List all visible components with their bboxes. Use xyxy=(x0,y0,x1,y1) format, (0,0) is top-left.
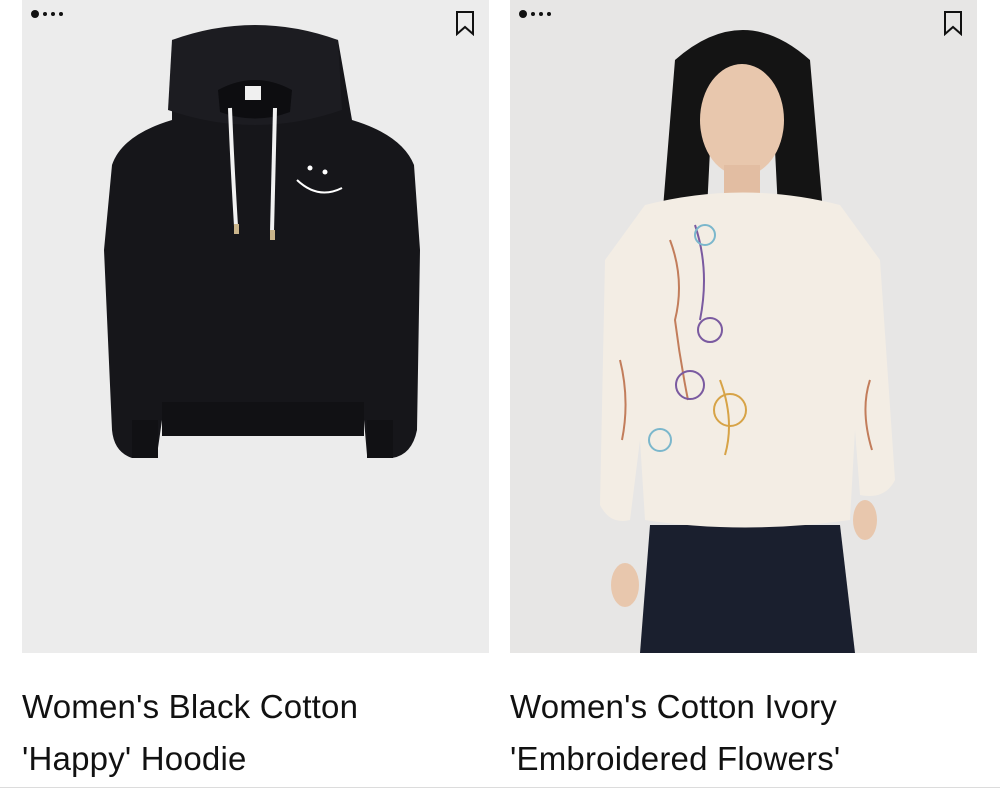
product-title-line-1: Women's Black Cotton xyxy=(22,688,359,725)
product-title-line-2: 'Embroidered Flowers' xyxy=(510,740,841,777)
carousel-dot[interactable] xyxy=(531,12,535,16)
product-title[interactable]: Women's Black Cotton 'Happy' Hoodie xyxy=(22,681,489,785)
product-title-line-1: Women's Cotton Ivory xyxy=(510,688,837,725)
product-title-line-2: 'Happy' Hoodie xyxy=(22,740,247,777)
product-image[interactable] xyxy=(510,0,977,653)
product-grid: Women's Black Cotton 'Happy' Hoodie Wome… xyxy=(0,0,1000,790)
product-image[interactable] xyxy=(22,0,489,653)
carousel-dot[interactable] xyxy=(539,12,543,16)
carousel-dot-active[interactable] xyxy=(31,10,39,18)
carousel-dot-active[interactable] xyxy=(519,10,527,18)
product-card-ivory-flowers[interactable]: Women's Cotton Ivory 'Embroidered Flower… xyxy=(510,0,977,785)
carousel-dot[interactable] xyxy=(51,12,55,16)
carousel-indicator[interactable] xyxy=(31,10,63,18)
divider xyxy=(0,787,1000,788)
product-card-black-hoodie[interactable]: Women's Black Cotton 'Happy' Hoodie xyxy=(22,0,489,785)
carousel-dot[interactable] xyxy=(547,12,551,16)
bookmark-icon[interactable] xyxy=(943,10,963,36)
product-title[interactable]: Women's Cotton Ivory 'Embroidered Flower… xyxy=(510,681,977,785)
carousel-indicator[interactable] xyxy=(519,10,551,18)
carousel-dot[interactable] xyxy=(59,12,63,16)
bookmark-icon[interactable] xyxy=(455,10,475,36)
black-hoodie-image xyxy=(104,25,420,458)
ivory-sweatshirt-model-image xyxy=(600,30,895,653)
carousel-dot[interactable] xyxy=(43,12,47,16)
